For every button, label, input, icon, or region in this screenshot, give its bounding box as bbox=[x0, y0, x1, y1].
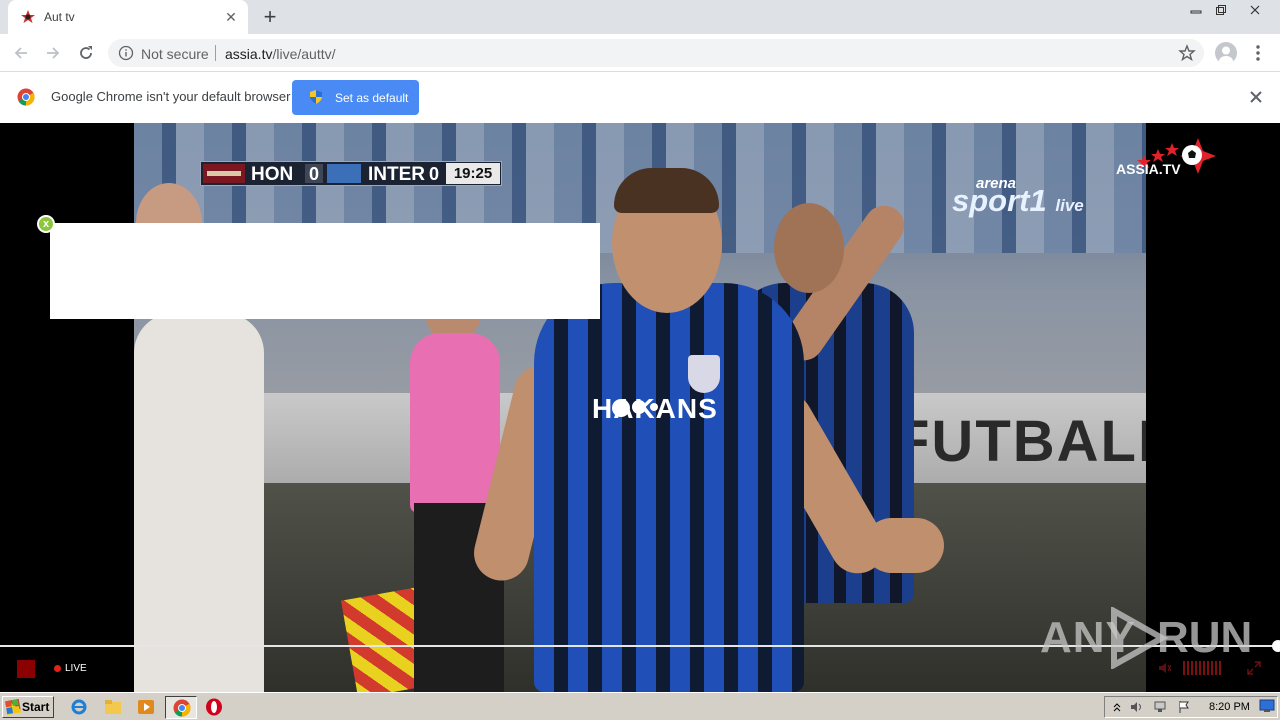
ie-icon[interactable] bbox=[70, 698, 88, 716]
tab-strip: Aut tv ✕ + bbox=[0, 0, 1280, 34]
back-arrow-icon bbox=[14, 47, 27, 59]
progress-knob[interactable] bbox=[1272, 640, 1280, 652]
team1-score: 0 bbox=[305, 164, 323, 184]
taskbar-clock[interactable]: 8:20 PM bbox=[1209, 701, 1250, 713]
tab-title: Aut tv bbox=[44, 10, 75, 24]
profile-icon[interactable] bbox=[1215, 42, 1237, 64]
player-main bbox=[534, 283, 804, 692]
set-as-default-button[interactable]: Set as default bbox=[292, 80, 419, 115]
stop-icon[interactable] bbox=[17, 660, 35, 678]
volume-slider[interactable] bbox=[1183, 661, 1223, 675]
scoreboard: HON 0 INTER 0 19:25 bbox=[200, 161, 502, 186]
url-host: assia.tv bbox=[225, 46, 273, 62]
omnibox-separator bbox=[215, 45, 216, 61]
url-path: /live/auttv/ bbox=[272, 46, 336, 62]
window-close-button[interactable] bbox=[1240, 0, 1270, 20]
watermark-run: RUN bbox=[1157, 613, 1253, 662]
taskbar-chrome-button[interactable] bbox=[165, 696, 197, 719]
restore-button[interactable] bbox=[1206, 0, 1236, 20]
reload-button[interactable] bbox=[74, 41, 98, 65]
fullscreen-icon[interactable] bbox=[1246, 660, 1262, 676]
team2-score: 0 bbox=[428, 164, 439, 184]
security-label: Not secure bbox=[141, 46, 209, 62]
close-icon[interactable] bbox=[1246, 87, 1266, 107]
ad-board-text: FUTBALL bbox=[894, 409, 1146, 474]
live-dot bbox=[54, 665, 61, 672]
volume-icon[interactable] bbox=[1157, 660, 1173, 676]
player-left bbox=[134, 313, 264, 692]
video-frame[interactable]: FUTBALL HAKANS HON 0 INTER 0 bbox=[134, 123, 1146, 692]
volume-tray-icon[interactable] bbox=[1130, 700, 1144, 714]
browser-toolbar: Not secure assia.tv/live/auttv/ bbox=[0, 34, 1280, 72]
infobar-message: Google Chrome isn't your default browser bbox=[51, 89, 291, 104]
ad-close-icon[interactable]: x bbox=[37, 215, 55, 233]
info-icon[interactable] bbox=[118, 45, 134, 61]
team1-flag bbox=[203, 164, 245, 183]
opera-icon[interactable] bbox=[205, 698, 223, 716]
assia-logo-text: ASSIA.TV bbox=[1116, 161, 1181, 177]
folder-icon[interactable] bbox=[104, 698, 122, 716]
player-back-head bbox=[774, 203, 844, 293]
ad-overlay[interactable] bbox=[50, 223, 600, 319]
url-text[interactable]: assia.tv/live/auttv/ bbox=[225, 46, 336, 62]
flag-tray-icon[interactable] bbox=[1177, 700, 1191, 714]
team2-logo bbox=[327, 164, 361, 183]
chrome-logo-icon bbox=[17, 88, 35, 106]
live-label: LIVE bbox=[65, 663, 87, 674]
referee bbox=[410, 333, 500, 513]
player-main-hair bbox=[614, 168, 719, 213]
tab-close-icon[interactable]: ✕ bbox=[222, 8, 240, 26]
match-clock: 19:25 bbox=[446, 163, 500, 184]
assia-logo: ASSIA.TV bbox=[1114, 135, 1218, 185]
new-tab-button[interactable]: + bbox=[258, 5, 282, 29]
forward-button[interactable] bbox=[41, 41, 65, 65]
channel-live: live bbox=[1055, 196, 1084, 215]
forward-arrow-icon bbox=[47, 47, 60, 59]
start-label: Start bbox=[22, 700, 50, 714]
tray-expand-icon[interactable] bbox=[1110, 700, 1124, 714]
club-crest bbox=[688, 355, 720, 393]
star-icon[interactable] bbox=[1178, 44, 1196, 62]
tab-aut-tv[interactable]: Aut tv ✕ bbox=[8, 0, 248, 34]
menu-icon[interactable] bbox=[1250, 43, 1266, 63]
soccer-ball-icon bbox=[1137, 138, 1216, 174]
show-desktop-icon[interactable] bbox=[1259, 699, 1275, 713]
team2-name: INTER bbox=[368, 164, 425, 185]
network-tray-icon[interactable] bbox=[1153, 700, 1167, 714]
reload-icon bbox=[80, 46, 92, 59]
assia-favicon-icon bbox=[21, 10, 35, 23]
chrome-icon bbox=[173, 699, 191, 717]
shield-icon bbox=[310, 90, 322, 104]
windows-logo-icon bbox=[4, 698, 22, 716]
back-button[interactable] bbox=[9, 41, 33, 65]
team1-name: HON bbox=[251, 164, 294, 185]
page-content: FUTBALL HAKANS HON 0 INTER 0 bbox=[0, 123, 1280, 692]
system-tray: 8:20 PM bbox=[1104, 696, 1278, 718]
loading-spinner bbox=[612, 395, 672, 425]
start-button[interactable]: Start bbox=[2, 696, 54, 718]
player-main-hand bbox=[864, 518, 944, 573]
set-as-default-label: Set as default bbox=[335, 91, 409, 105]
address-bar[interactable]: Not secure assia.tv/live/auttv/ bbox=[108, 39, 1204, 67]
channel-sport: sport1 bbox=[952, 183, 1047, 218]
windows-taskbar: Start 8:20 PM bbox=[0, 692, 1280, 720]
media-player-icon[interactable] bbox=[137, 698, 155, 716]
default-browser-infobar: Google Chrome isn't your default browser… bbox=[0, 72, 1280, 123]
channel-sport-wrapper: sport1 live bbox=[952, 183, 1112, 219]
